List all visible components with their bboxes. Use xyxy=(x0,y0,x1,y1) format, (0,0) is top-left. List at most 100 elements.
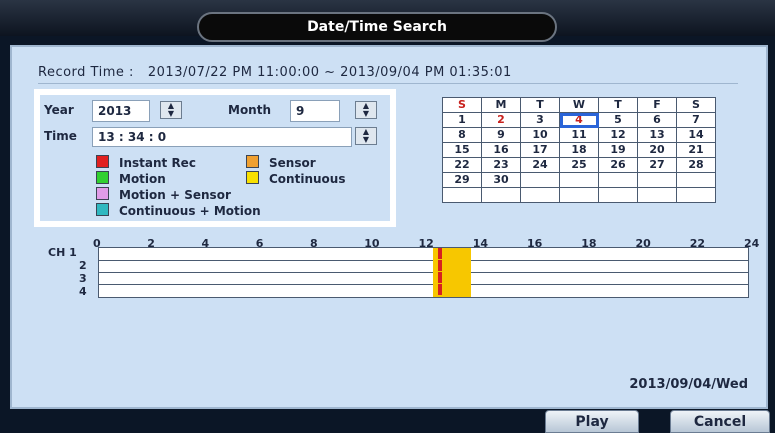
calendar-day[interactable]: 17 xyxy=(520,142,560,158)
calendar-day[interactable]: 2 xyxy=(481,112,521,128)
calendar-day xyxy=(520,172,560,188)
calendar: S M T W T F S 1 2 3 4 5 6 7 8 9 10 11 12… xyxy=(442,97,716,203)
record-time-value: 2013/07/22 PM 11:00:00 ~ 2013/09/04 PM 0… xyxy=(147,65,512,80)
motion-swatch xyxy=(96,171,109,184)
channel-label: 3 xyxy=(79,272,87,285)
calendar-day[interactable]: 15 xyxy=(442,142,482,158)
calendar-day[interactable]: 14 xyxy=(676,127,716,143)
search-panel: Record Time : 2013/07/22 PM 11:00:00 ~ 20… xyxy=(10,45,768,409)
legend-sensor: Sensor xyxy=(246,155,316,170)
calendar-day-selected[interactable]: 4 xyxy=(559,112,599,128)
calendar-day[interactable]: 20 xyxy=(637,142,677,158)
calendar-day[interactable]: 8 xyxy=(442,127,482,143)
legend-motion-sensor: Motion + Sensor xyxy=(96,187,231,202)
calendar-day[interactable]: 24 xyxy=(520,157,560,173)
weekday-sat: S xyxy=(676,97,716,113)
calendar-day[interactable]: 22 xyxy=(442,157,482,173)
calendar-day[interactable]: 6 xyxy=(637,112,677,128)
calendar-day[interactable]: 11 xyxy=(559,127,599,143)
instant-rec-swatch xyxy=(96,155,109,168)
legend-instant-rec: Instant Rec xyxy=(96,155,196,170)
calendar-day[interactable]: 16 xyxy=(481,142,521,158)
legend-continuous: Continuous xyxy=(246,171,345,186)
calendar-day xyxy=(637,172,677,188)
time-field[interactable]: 13 : 34 : 0 xyxy=(92,127,352,147)
time-label: Time xyxy=(44,129,77,143)
weekday-fri: F xyxy=(637,97,677,113)
weekday-mon: M xyxy=(481,97,521,113)
calendar-day xyxy=(520,187,560,203)
month-stepper[interactable]: ▲ ▼ xyxy=(355,101,377,119)
calendar-day[interactable]: 1 xyxy=(442,112,482,128)
calendar-day[interactable]: 19 xyxy=(598,142,638,158)
time-stepper[interactable]: ▲ ▼ xyxy=(355,127,377,145)
instant-rec-marker xyxy=(438,272,443,283)
record-time: Record Time : 2013/07/22 PM 11:00:00 ~ 20… xyxy=(38,65,512,80)
channel-label: 2 xyxy=(79,259,87,272)
calendar-day[interactable]: 26 xyxy=(598,157,638,173)
month-label: Month xyxy=(228,103,272,117)
motion-sensor-swatch xyxy=(96,187,109,200)
calendar-weekday-row: S M T W T F S xyxy=(442,97,716,113)
weekday-wed: W xyxy=(559,97,599,113)
weekday-tue: T xyxy=(520,97,560,113)
calendar-day xyxy=(559,187,599,203)
channel-label: 4 xyxy=(79,285,87,298)
continuous-motion-swatch xyxy=(96,203,109,216)
weekday-thu: T xyxy=(598,97,638,113)
calendar-week-3: 15 16 17 18 19 20 21 xyxy=(442,142,716,158)
calendar-day[interactable]: 9 xyxy=(481,127,521,143)
instant-rec-marker xyxy=(438,248,443,259)
year-field[interactable]: 2013 xyxy=(92,100,150,122)
timeline-row-divider xyxy=(99,272,748,273)
calendar-day[interactable]: 27 xyxy=(637,157,677,173)
calendar-day[interactable]: 29 xyxy=(442,172,482,188)
calendar-week-6 xyxy=(442,187,716,203)
cancel-button[interactable]: Cancel xyxy=(670,410,770,433)
timeline-row-divider xyxy=(99,284,748,285)
calendar-day[interactable]: 10 xyxy=(520,127,560,143)
instant-rec-marker xyxy=(438,284,443,295)
calendar-day xyxy=(676,187,716,203)
calendar-day xyxy=(442,187,482,203)
calendar-day[interactable]: 12 xyxy=(598,127,638,143)
calendar-week-2: 8 9 10 11 12 13 14 xyxy=(442,127,716,143)
calendar-week-1: 1 2 3 4 5 6 7 xyxy=(442,112,716,128)
timeline-row-divider xyxy=(99,260,748,261)
calendar-day[interactable]: 5 xyxy=(598,112,638,128)
calendar-day[interactable]: 25 xyxy=(559,157,599,173)
calendar-day[interactable]: 21 xyxy=(676,142,716,158)
calendar-day xyxy=(598,172,638,188)
weekday-sun: S xyxy=(442,97,482,113)
sensor-swatch xyxy=(246,155,259,168)
calendar-day xyxy=(559,172,599,188)
year-stepper[interactable]: ▲ ▼ xyxy=(160,101,182,119)
calendar-day[interactable]: 30 xyxy=(481,172,521,188)
current-date: 2013/09/04/Wed xyxy=(629,377,748,392)
play-button[interactable]: Play xyxy=(545,410,639,433)
calendar-day[interactable]: 18 xyxy=(559,142,599,158)
divider xyxy=(38,83,738,84)
calendar-day xyxy=(481,187,521,203)
dialog-title: Date/Time Search xyxy=(197,12,557,42)
continuous-swatch xyxy=(246,171,259,184)
instant-rec-marker xyxy=(438,260,443,271)
calendar-day[interactable]: 13 xyxy=(637,127,677,143)
calendar-day xyxy=(676,172,716,188)
calendar-day xyxy=(598,187,638,203)
timeline-grid[interactable] xyxy=(98,247,749,298)
year-label: Year xyxy=(44,103,74,117)
calendar-day[interactable]: 28 xyxy=(676,157,716,173)
legend-continuous-motion: Continuous + Motion xyxy=(96,203,261,218)
search-criteria-box: Year 2013 ▲ ▼ Month 9 ▲ ▼ Time 13 : 34 : 0… xyxy=(34,89,396,227)
legend-motion: Motion xyxy=(96,171,166,186)
calendar-day[interactable]: 23 xyxy=(481,157,521,173)
calendar-day xyxy=(637,187,677,203)
calendar-day[interactable]: 3 xyxy=(520,112,560,128)
record-time-label: Record Time : xyxy=(38,65,134,80)
month-field[interactable]: 9 xyxy=(290,100,340,122)
channel-label: CH 1 xyxy=(48,246,77,259)
calendar-day[interactable]: 7 xyxy=(676,112,716,128)
calendar-week-5: 29 30 xyxy=(442,172,716,188)
calendar-week-4: 22 23 24 25 26 27 28 xyxy=(442,157,716,173)
